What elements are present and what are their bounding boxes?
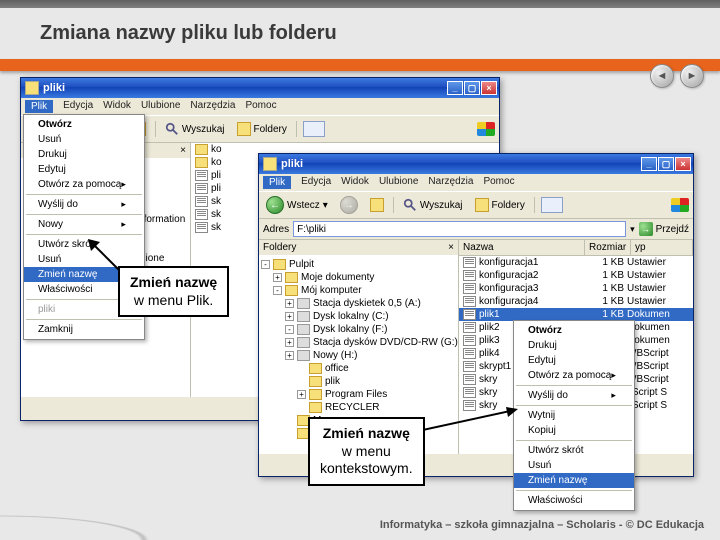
menu-item[interactable]: Zamknij	[24, 322, 144, 337]
folders-button[interactable]: Foldery	[472, 197, 528, 213]
tree-item[interactable]: plik	[261, 375, 456, 388]
close-pane-icon[interactable]: ×	[180, 145, 186, 156]
callout-rename-context-menu: Zmień nazwę w menu kontekstowym.	[308, 417, 425, 486]
callout-arrow	[418, 407, 518, 442]
menu-item[interactable]: Edytuj	[24, 162, 144, 177]
search-button[interactable]: Wyszukaj	[162, 121, 228, 137]
back-button[interactable]: ←Wstecz ▾	[263, 195, 331, 215]
menu-item[interactable]: Właściwości	[514, 493, 634, 508]
close-pane-icon[interactable]: ×	[448, 242, 454, 253]
menu-item[interactable]: Otwórz	[24, 117, 144, 132]
tree-item[interactable]: +Dysk lokalny (C:)	[261, 310, 456, 323]
window-title: pliki	[281, 158, 303, 170]
list-header[interactable]: Nazwa Rozmiar yp	[459, 240, 693, 256]
menu-item[interactable]: Usuń	[514, 458, 634, 473]
close-button[interactable]: ×	[675, 157, 691, 171]
tree-item[interactable]: office	[261, 362, 456, 375]
maximize-button[interactable]: ▢	[658, 157, 674, 171]
up-button[interactable]	[367, 197, 387, 213]
tree-item[interactable]: -Pulpit	[261, 258, 456, 271]
menu-item[interactable]: Edytuj	[514, 353, 634, 368]
context-menu[interactable]: OtwórzDrukujEdytujOtwórz za pomocą Wyślij…	[513, 320, 635, 511]
minimize-button[interactable]: _	[641, 157, 657, 171]
accent-bar	[0, 59, 720, 71]
view-button[interactable]	[303, 121, 325, 137]
menu-narzędzia[interactable]: Narzędzia	[190, 100, 235, 113]
titlebar[interactable]: pliki _ ▢ ×	[259, 154, 693, 174]
tree-item[interactable]: +Program Files	[261, 388, 456, 401]
tree-item[interactable]: +Stacja dysków DVD/CD-RW (G:)	[261, 336, 456, 349]
menu-item[interactable]: Drukuj	[24, 147, 144, 162]
menu-ulubione[interactable]: Ulubione	[141, 100, 180, 113]
close-button[interactable]: ×	[481, 81, 497, 95]
tree-item[interactable]: +Moje dokumenty	[261, 271, 456, 284]
maximize-button[interactable]: ▢	[464, 81, 480, 95]
menu-widok[interactable]: Widok	[341, 176, 369, 189]
menu-item[interactable]: Utwórz skrót	[514, 443, 634, 458]
menu-item[interactable]: Otwórz	[514, 323, 634, 338]
menu-item[interactable]: Wytnij	[514, 408, 634, 423]
window-title: pliki	[43, 82, 65, 94]
menubar[interactable]: Plik Edycja Widok Ulubione Narzędzia Pomoc	[21, 98, 499, 115]
titlebar[interactable]: pliki _ ▢ ×	[21, 78, 499, 98]
folders-button[interactable]: Foldery	[234, 121, 290, 137]
slide-footer: Informatyka – szkoła gimnazjalna – Schol…	[0, 510, 720, 540]
menu-item[interactable]: Otwórz za pomocą	[514, 368, 634, 383]
list-item[interactable]: konfiguracja31 KBUstawier	[459, 282, 693, 295]
go-button[interactable]: →Przejdź	[639, 222, 689, 236]
view-button[interactable]	[541, 197, 563, 213]
menu-item[interactable]: Kopiuj	[514, 423, 634, 438]
window-icon	[263, 157, 277, 171]
throbber-icon	[671, 198, 689, 212]
menu-pomoc[interactable]: Pomoc	[483, 176, 514, 189]
menu-narzędzia[interactable]: Narzędzia	[428, 176, 473, 189]
minimize-button[interactable]: _	[447, 81, 463, 95]
menu-widok[interactable]: Widok	[103, 100, 131, 113]
list-item[interactable]: konfiguracja21 KBUstawier	[459, 269, 693, 282]
window-icon	[25, 81, 39, 95]
list-item[interactable]: konfiguracja41 KBUstawier	[459, 295, 693, 308]
tree-item[interactable]: -Dysk lokalny (F:)	[261, 323, 456, 336]
menu-edycja[interactable]: Edycja	[63, 100, 93, 113]
forward-button[interactable]: →	[337, 195, 361, 215]
tree-item[interactable]: -Mój komputer	[261, 284, 456, 297]
address-label: Adres	[263, 224, 289, 235]
slide-top-bar	[0, 0, 720, 8]
menu-pomoc[interactable]: Pomoc	[245, 100, 276, 113]
menu-item[interactable]: Usuń	[24, 132, 144, 147]
address-input[interactable]	[293, 221, 626, 237]
menu-item[interactable]: Nowy	[24, 217, 144, 232]
menu-item[interactable]: Zmień nazwę	[514, 473, 634, 488]
slide-title: Zmiana nazwy pliku lub folderu	[0, 8, 720, 59]
toolbar: ←Wstecz ▾ → Wyszukaj Foldery	[259, 191, 693, 219]
list-item[interactable]: konfiguracja11 KBUstawier	[459, 256, 693, 269]
search-button[interactable]: Wyszukaj	[400, 197, 466, 213]
menubar[interactable]: Plik Edycja Widok Ulubione Narzędzia Pomoc	[259, 174, 693, 191]
menu-edycja[interactable]: Edycja	[301, 176, 331, 189]
footer-text: Informatyka – szkoła gimnazjalna – Schol…	[380, 519, 720, 531]
callout-rename-file-menu: Zmień nazwę w menu Plik.	[118, 266, 229, 317]
menu-item[interactable]: Drukuj	[514, 338, 634, 353]
menu-item[interactable]: Wyślij do	[24, 197, 144, 212]
menu-item[interactable]: Wyślij do	[514, 388, 634, 403]
tree-item[interactable]: +Stacja dyskietek 0,5 (A:)	[261, 297, 456, 310]
footer-swoosh	[0, 510, 250, 540]
throbber-icon	[477, 122, 495, 136]
menu-ulubione[interactable]: Ulubione	[379, 176, 418, 189]
menu-plik[interactable]: Plik	[263, 176, 291, 189]
address-bar: Adres ▾ →Przejdź	[259, 219, 693, 240]
slide-canvas: pliki _ ▢ × Plik Edycja Widok Ulubione Narzę…	[0, 71, 720, 501]
menu-plik[interactable]: Plik	[25, 100, 53, 113]
tree-item[interactable]: +Nowy (H:)	[261, 349, 456, 362]
menu-item[interactable]: Otwórz za pomocą	[24, 177, 144, 192]
